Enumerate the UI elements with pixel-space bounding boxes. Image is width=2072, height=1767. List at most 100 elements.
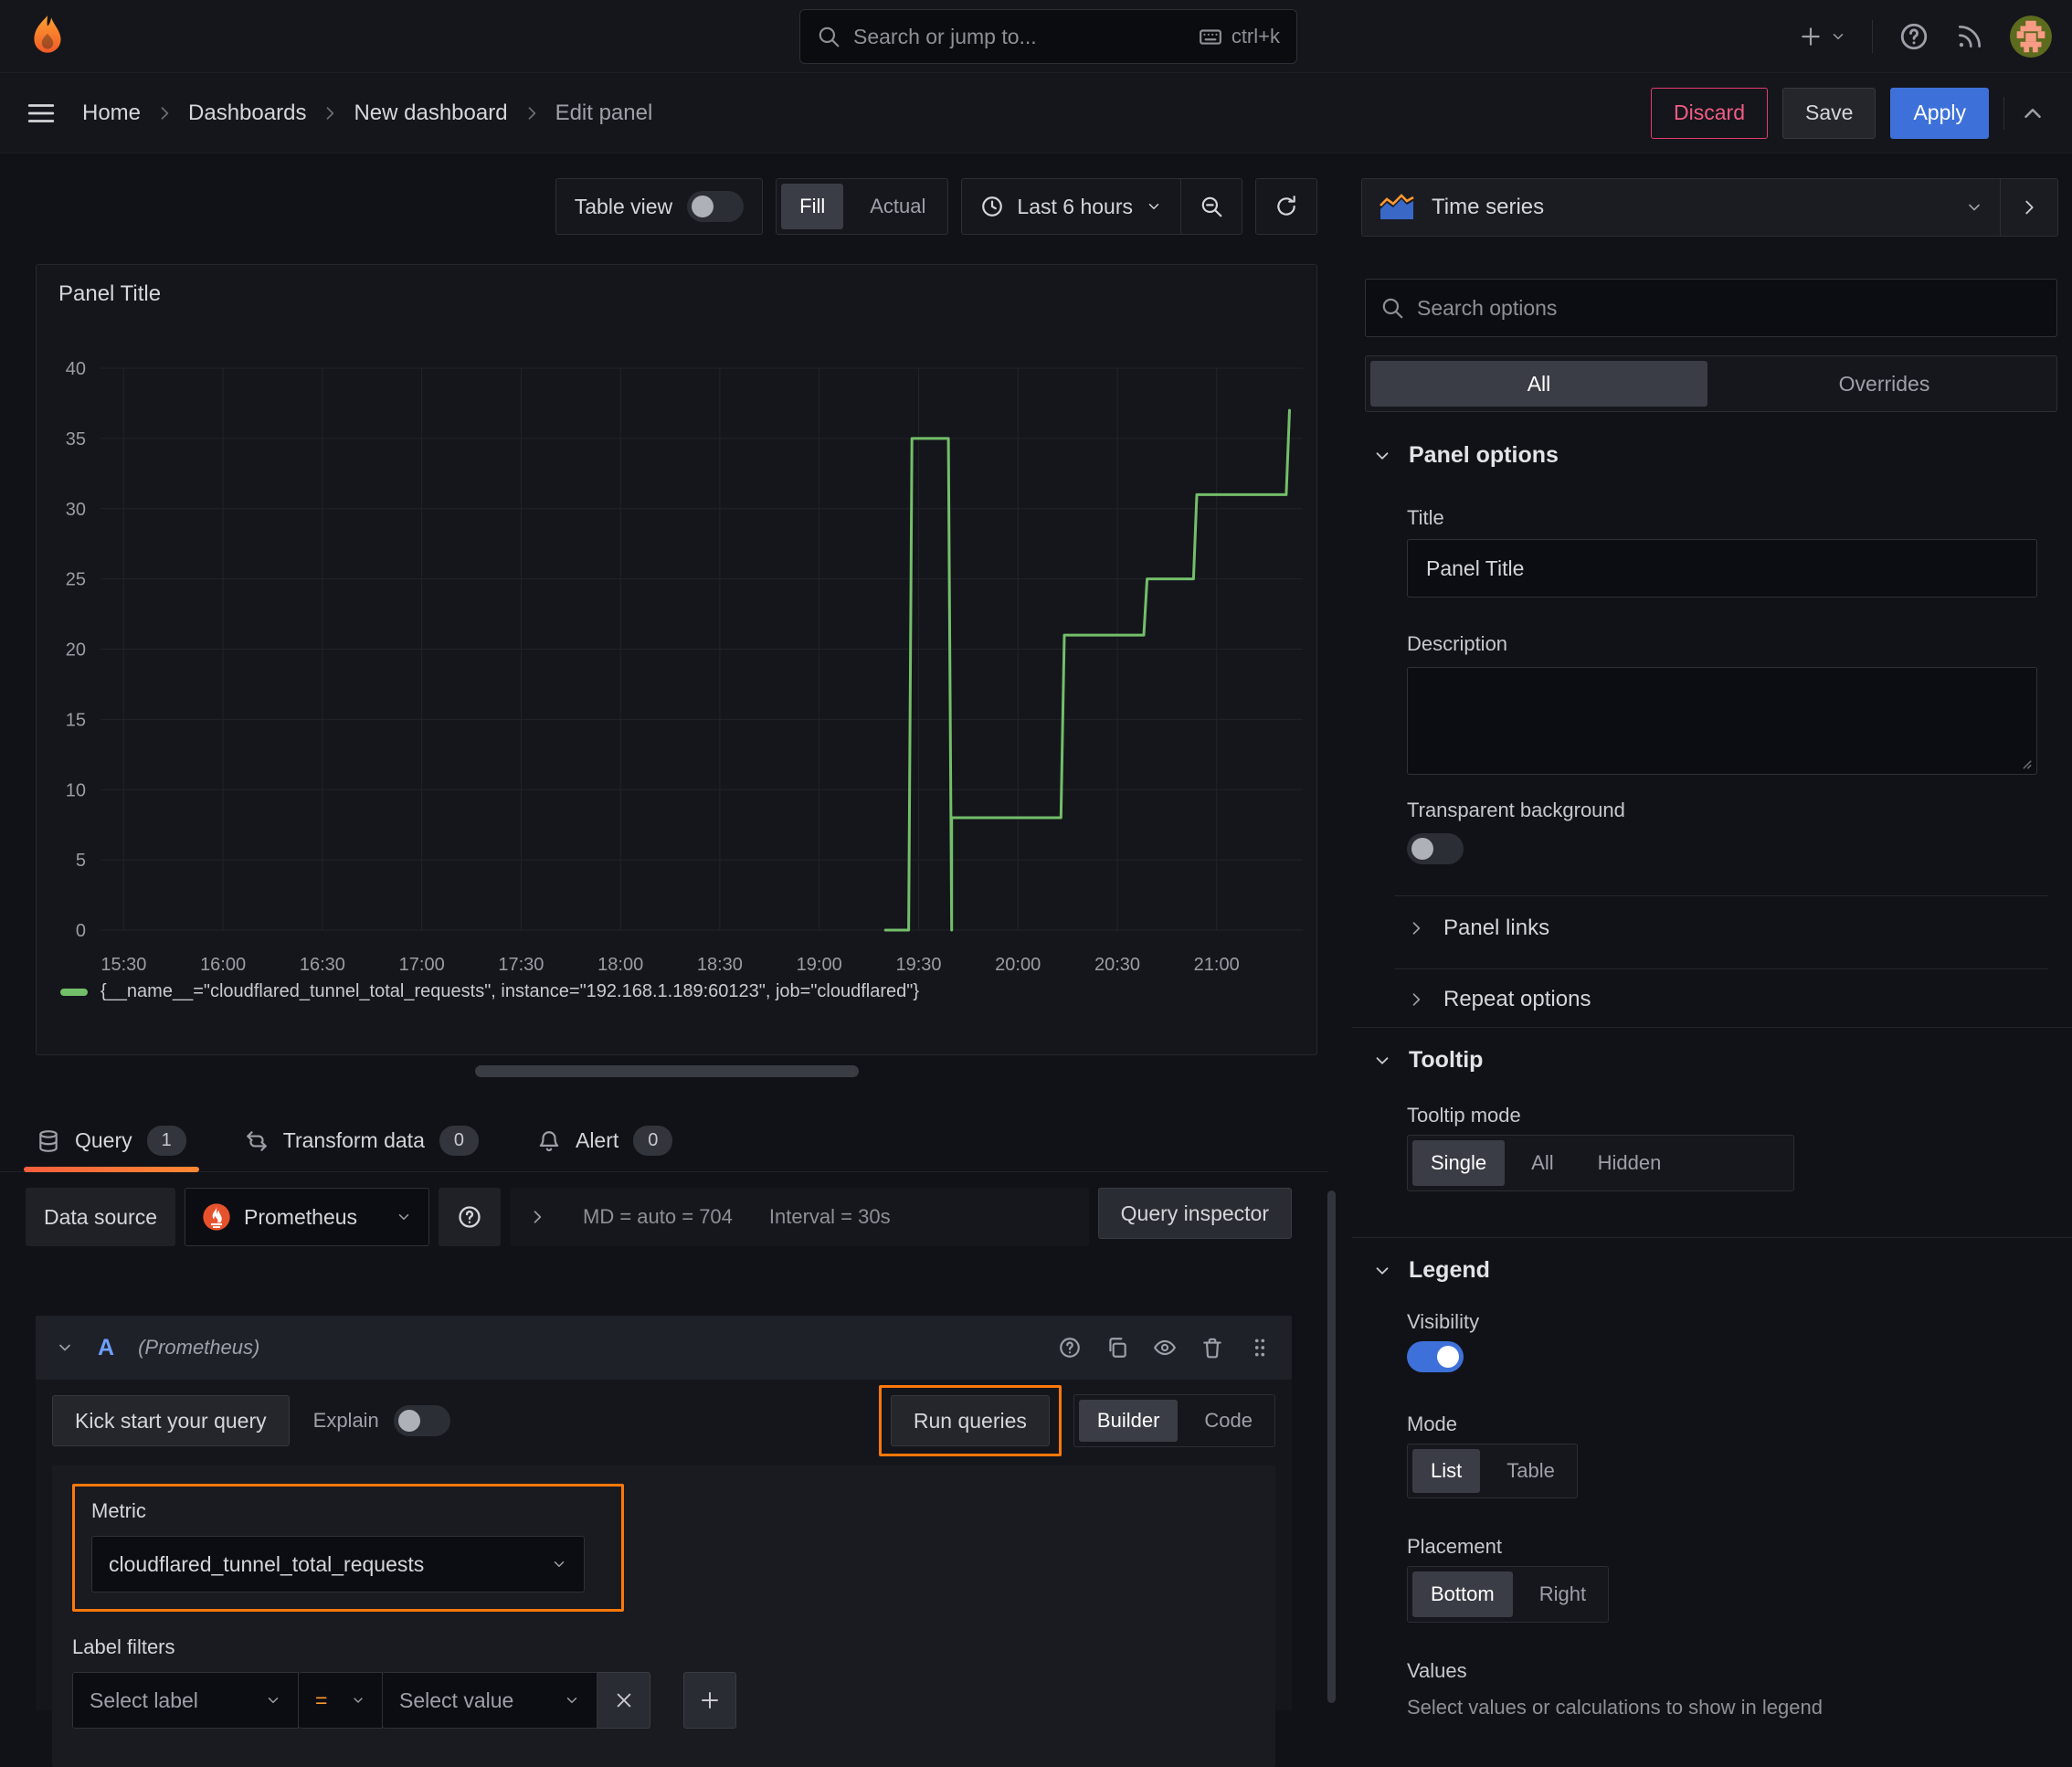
discard-button[interactable]: Discard (1651, 87, 1769, 139)
apply-button[interactable]: Apply (1890, 87, 1989, 139)
global-search-input[interactable]: Search or jump to... ctrl+k (799, 9, 1297, 64)
chevron-down-icon (1376, 451, 1389, 460)
grafana-logo-icon[interactable] (24, 13, 71, 60)
trash-icon[interactable] (1200, 1336, 1224, 1360)
datasource-picker[interactable]: Prometheus (185, 1188, 430, 1246)
table-view-toggle[interactable] (687, 191, 745, 222)
chart-panel: Panel Title 0 5 10 15 20 25 30 35 40 15:30 16:00 16… (36, 264, 1317, 1055)
chevron-down-icon[interactable] (56, 1338, 74, 1357)
tab-query[interactable]: Query 1 (24, 1110, 199, 1172)
drag-handle-icon[interactable] (1248, 1336, 1272, 1360)
remove-filter-button[interactable] (597, 1672, 650, 1729)
news-rss-icon[interactable] (1955, 22, 1984, 51)
legend-series-swatch (60, 988, 88, 996)
transparent-background-toggle[interactable] (1407, 833, 1464, 864)
tooltip-mode-all[interactable]: All (1509, 1136, 1575, 1190)
help-icon[interactable] (1058, 1336, 1082, 1360)
explain-toggle[interactable] (393, 1405, 450, 1436)
panel-toolbar: Table view Fill Actual Last 6 hours (555, 178, 1317, 235)
help-icon[interactable] (1898, 21, 1929, 52)
breadcrumb-home[interactable]: Home (82, 101, 141, 126)
query-inspector-button[interactable]: Query inspector (1097, 1188, 1292, 1239)
fill-option[interactable]: Fill (781, 184, 844, 229)
query-ref-id[interactable]: A (98, 1335, 114, 1361)
add-filter-button[interactable] (683, 1672, 736, 1729)
chart-legend[interactable]: {__name__="cloudflared_tunnel_total_requ… (60, 981, 919, 1002)
visualization-picker[interactable]: Time series (1362, 179, 2000, 236)
tooltip-mode-hidden[interactable]: Hidden (1576, 1136, 1684, 1190)
options-pane: Time series All Overrides Panel options … (1352, 153, 2072, 1719)
legend-visibility-label: Visibility (1407, 1310, 1480, 1333)
actual-option[interactable]: Actual (848, 179, 947, 234)
legend-visibility-toggle[interactable] (1407, 1341, 1464, 1372)
legend-mode-table[interactable]: Table (1485, 1444, 1577, 1497)
breadcrumb-edit-panel: Edit panel (555, 100, 653, 125)
visualization-picker-row: Time series (1361, 178, 2058, 237)
refresh-button[interactable] (1255, 178, 1317, 235)
eye-icon[interactable] (1153, 1336, 1177, 1360)
panel-options-heading[interactable]: Panel options (1372, 442, 1559, 469)
run-queries-button[interactable]: Run queries (890, 1395, 1050, 1446)
help-icon (459, 1206, 481, 1228)
tab-query-count: 1 (146, 1126, 186, 1156)
legend-heading[interactable]: Legend (1372, 1257, 1490, 1284)
svg-text:0: 0 (76, 921, 86, 941)
select-label-dropdown[interactable]: Select label (72, 1672, 299, 1729)
select-value-dropdown[interactable]: Select value (383, 1672, 597, 1729)
svg-text:20: 20 (66, 640, 86, 661)
panel-links-section[interactable]: Panel links (1407, 915, 1549, 941)
repeat-options-section[interactable]: Repeat options (1407, 987, 1591, 1012)
options-search-input[interactable] (1417, 295, 2042, 321)
add-new-button[interactable] (1799, 25, 1846, 48)
save-button[interactable]: Save (1782, 87, 1876, 139)
tooltip-mode-single[interactable]: Single (1412, 1140, 1506, 1186)
tab-transform[interactable]: Transform data 0 (245, 1110, 479, 1171)
close-icon (617, 1693, 630, 1708)
horizontal-scrollbar[interactable] (475, 1065, 859, 1077)
collapse-options-chevron-up-icon[interactable] (2019, 100, 2046, 127)
svg-text:17:30: 17:30 (498, 955, 544, 975)
metric-select[interactable]: cloudflared_tunnel_total_requests (91, 1536, 585, 1592)
explain-label: Explain (312, 1409, 379, 1432)
chevron-right-icon[interactable] (528, 1208, 546, 1226)
section-divider (1352, 1237, 2072, 1238)
top-nav: Search or jump to... ctrl+k (0, 0, 2072, 73)
query-row-header[interactable]: A (Prometheus) (36, 1316, 1292, 1380)
kick-start-button[interactable]: Kick start your query (52, 1395, 290, 1446)
description-textarea[interactable] (1407, 667, 2037, 775)
time-range-picker[interactable]: Last 6 hours (962, 179, 1180, 234)
datasource-help-button[interactable] (439, 1188, 502, 1246)
options-search[interactable] (1365, 279, 2057, 337)
builder-option[interactable]: Builder (1078, 1400, 1179, 1442)
tab-alert[interactable]: Alert 0 (537, 1110, 673, 1171)
avatar[interactable] (2010, 16, 2052, 58)
chevron-down-icon (1969, 204, 1980, 211)
resize-handle-icon[interactable] (2016, 754, 2033, 770)
svg-text:17:00: 17:00 (399, 955, 445, 975)
breadcrumb-new-dashboard[interactable]: New dashboard (354, 101, 507, 126)
legend-mode-list[interactable]: List (1412, 1449, 1481, 1493)
menu-hamburger-icon[interactable] (26, 98, 57, 129)
vertical-scrollbar[interactable] (1327, 1190, 1336, 1703)
toggle-viz-suggestions-button[interactable] (2001, 179, 2057, 236)
divider (1872, 20, 1873, 53)
tab-all[interactable]: All (1370, 361, 1707, 407)
time-series-chart[interactable]: 0 5 10 15 20 25 30 35 40 15:30 16:00 16:30 17:00 17:3… (37, 265, 1316, 978)
svg-text:35: 35 (66, 429, 86, 450)
breadcrumb: Home Dashboards New dashboard Edit panel (82, 101, 652, 126)
legend-placement-right[interactable]: Right (1517, 1567, 1608, 1622)
panel-title-input[interactable] (1407, 539, 2037, 598)
breadcrumb-dashboards[interactable]: Dashboards (188, 101, 306, 126)
tab-overrides[interactable]: Overrides (1712, 356, 2056, 411)
legend-series-label[interactable]: {__name__="cloudflared_tunnel_total_requ… (100, 981, 919, 1002)
code-option[interactable]: Code (1182, 1395, 1274, 1446)
tooltip-heading[interactable]: Tooltip (1372, 1047, 1483, 1074)
explain-control: Explain (313, 1405, 450, 1436)
operator-dropdown[interactable]: = (299, 1672, 383, 1729)
chevron-right-icon (2025, 200, 2034, 215)
svg-text:40: 40 (66, 359, 86, 379)
keyboard-shortcut: ctrl+k (1199, 25, 1280, 48)
duplicate-icon[interactable] (1105, 1336, 1129, 1360)
zoom-out-button[interactable] (1181, 179, 1242, 234)
legend-placement-bottom[interactable]: Bottom (1412, 1571, 1513, 1617)
